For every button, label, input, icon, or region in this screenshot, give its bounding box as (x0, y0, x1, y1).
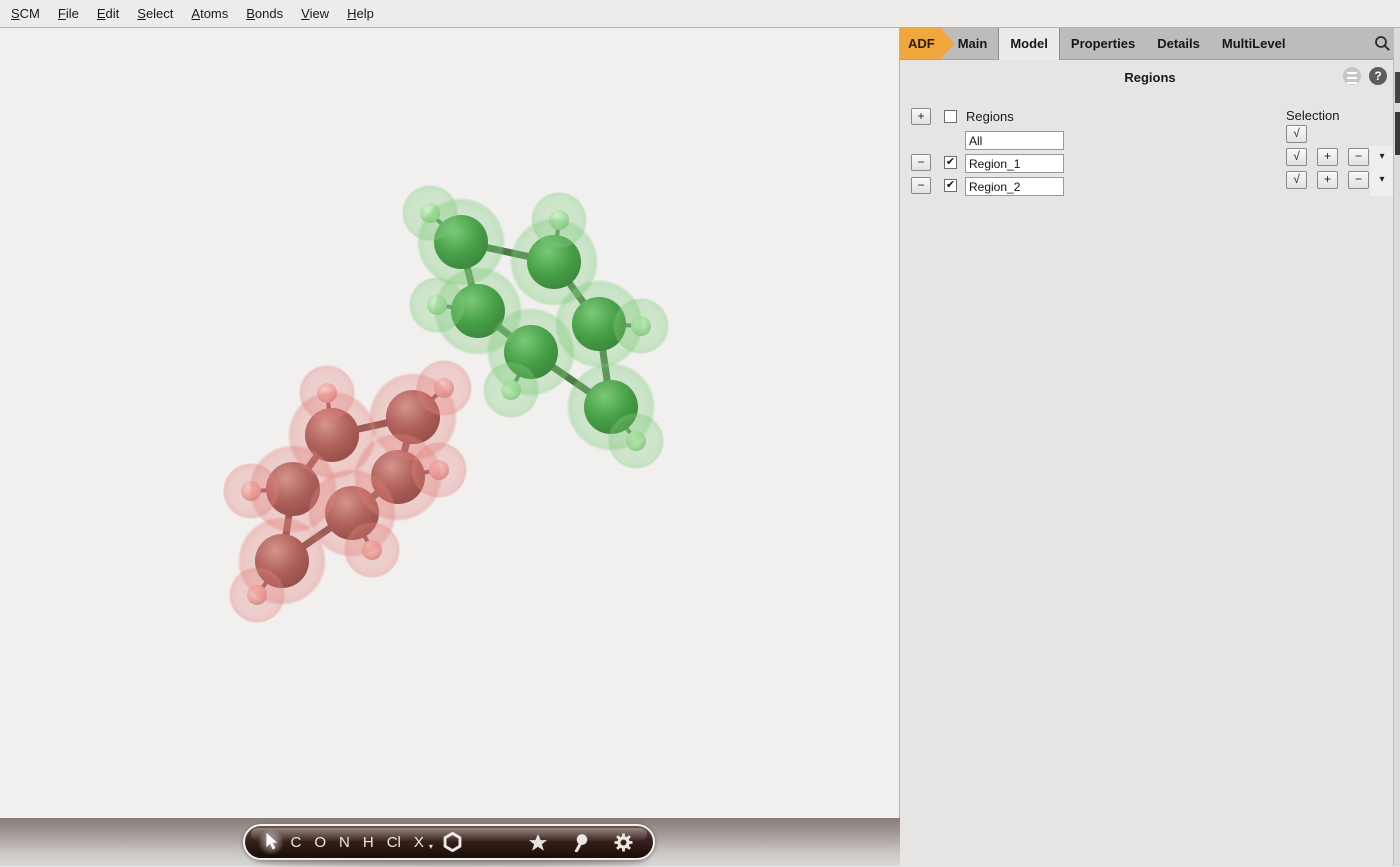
menu-view[interactable]: View (298, 4, 332, 23)
molecule-canvas[interactable] (0, 28, 900, 818)
menu-help[interactable]: Help (344, 4, 377, 23)
panel-title: Regions (900, 70, 1400, 85)
tab-properties[interactable]: Properties (1060, 28, 1146, 59)
region1-name-input[interactable] (965, 154, 1064, 173)
remove-region2-button[interactable]: − (911, 177, 931, 194)
region1-options-dropdown-icon[interactable]: ▾ (1374, 151, 1390, 162)
element-oxygen-button[interactable]: O (314, 834, 326, 851)
region2-add-selection-button[interactable]: + (1317, 171, 1338, 189)
element-hydrogen-button[interactable]: H (363, 834, 374, 851)
menu-bonds[interactable]: Bonds (243, 4, 286, 23)
region2-options-dropdown-icon[interactable]: ▾ (1374, 174, 1390, 185)
panel-menu-icon[interactable] (1343, 67, 1361, 85)
region2-select-button[interactable]: √ (1286, 171, 1307, 189)
structure-tool-star-icon[interactable] (528, 833, 548, 852)
element-dock: C O N H Cl X▾ (243, 824, 655, 860)
menu-atoms[interactable]: Atoms (188, 4, 231, 23)
add-region-button[interactable]: + (911, 108, 931, 125)
edge-scroll-thumb[interactable] (1395, 72, 1400, 103)
bottom-gradient-bar: C O N H Cl X▾ (0, 818, 900, 866)
pointer-balloon-icon[interactable] (573, 833, 588, 852)
pointer-tool-icon[interactable] (258, 829, 284, 855)
region1-add-selection-button[interactable]: + (1317, 148, 1338, 166)
menu-file[interactable]: File (55, 4, 82, 23)
regions-visibility-checkbox[interactable]: ✔ (944, 110, 957, 123)
region1-select-button[interactable]: √ (1286, 148, 1307, 166)
tab-multilevel[interactable]: MultiLevel (1211, 28, 1297, 59)
adfinput-window: { "menu_bar": { "items": [ {"label": "SC… (0, 0, 1400, 866)
tab-model[interactable]: Model (998, 28, 1060, 60)
menu-scm[interactable]: SCM (8, 4, 43, 23)
regions-group-label: Regions (966, 109, 1014, 124)
molecule-viewport[interactable] (0, 28, 900, 818)
menu-select[interactable]: Select (134, 4, 176, 23)
element-chlorine-button[interactable]: Cl (387, 834, 401, 851)
selection-label: Selection (1286, 108, 1339, 123)
settings-gear-icon[interactable] (613, 832, 634, 853)
region1-visibility-checkbox[interactable]: ✔ (944, 156, 957, 169)
ring-structure-icon[interactable] (442, 831, 463, 853)
region2-remove-selection-button[interactable]: − (1348, 171, 1369, 189)
element-nitrogen-button[interactable]: N (339, 834, 350, 851)
element-x-dropdown-icon[interactable]: ▾ (429, 842, 433, 851)
menu-edit[interactable]: Edit (94, 4, 122, 23)
window-edge-strip (1393, 28, 1400, 866)
region1-remove-selection-button[interactable]: − (1348, 148, 1369, 166)
help-icon[interactable]: ? (1369, 67, 1387, 85)
remove-region1-button[interactable]: − (911, 154, 931, 171)
side-panel: ADF Main Model Properties Details MultiL… (900, 28, 1400, 866)
panel-tab-bar: ADF Main Model Properties Details MultiL… (900, 28, 1400, 60)
region-1-molecule[interactable] (223, 360, 472, 623)
all-regions-field[interactable] (965, 131, 1064, 150)
element-carbon-button[interactable]: C (291, 834, 302, 851)
region2-name-input[interactable] (965, 177, 1064, 196)
tab-details[interactable]: Details (1146, 28, 1211, 59)
menu-bar: SCM File Edit Select Atoms Bonds View He… (0, 0, 1400, 28)
region2-visibility-checkbox[interactable]: ✔ (944, 179, 957, 192)
element-x-button[interactable]: X▾ (414, 834, 424, 851)
select-all-button[interactable]: √ (1286, 125, 1307, 143)
edge-scroll-thumb[interactable] (1395, 112, 1400, 155)
